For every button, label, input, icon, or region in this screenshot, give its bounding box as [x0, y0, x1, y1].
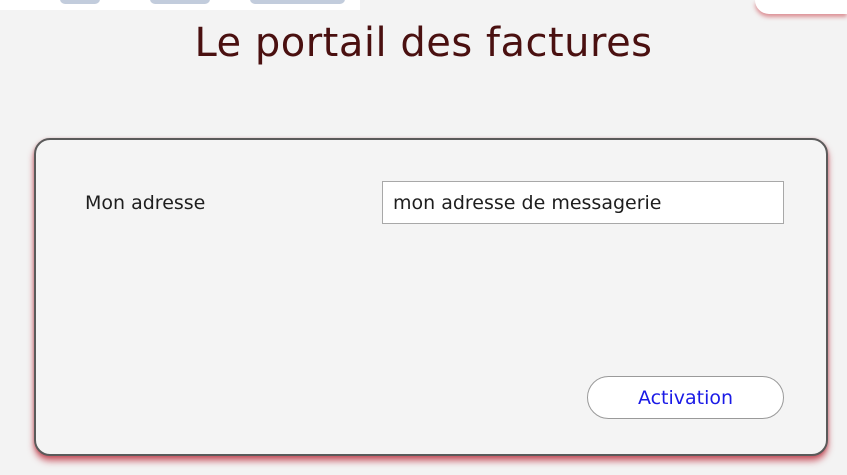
email-input[interactable]: [382, 181, 784, 224]
page-title: Le portail des factures: [194, 20, 653, 66]
banner-shape: [250, 0, 345, 4]
top-banner-image: [0, 0, 360, 10]
banner-shape: [60, 0, 100, 4]
activation-button[interactable]: Activation: [587, 376, 784, 419]
address-label: Mon adresse: [85, 192, 206, 214]
activation-panel: Mon adresse Activation: [34, 138, 828, 456]
top-right-tab: [755, 0, 847, 14]
banner-shape: [150, 0, 210, 4]
